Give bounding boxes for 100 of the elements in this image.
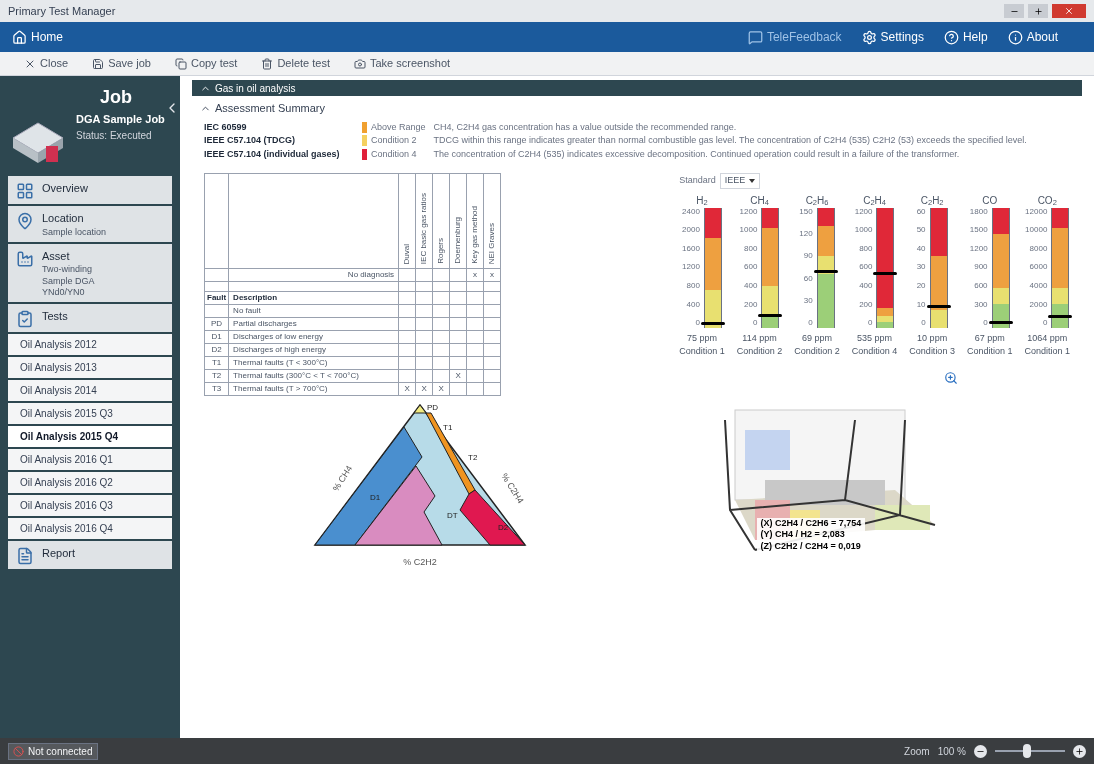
zone-label: PD bbox=[426, 403, 438, 412]
table-cell: x bbox=[473, 270, 478, 279]
zone-label: T1 bbox=[442, 423, 452, 432]
tick-label: 800 bbox=[686, 282, 700, 291]
toolbar-button[interactable]: Save job bbox=[92, 55, 151, 72]
tick-label: 12000 bbox=[1025, 207, 1048, 216]
test-item[interactable]: Oil Analysis 2016 Q1 bbox=[8, 449, 172, 470]
ratio-label: (Z) C2H2 / C2H4 = 0,019 bbox=[760, 540, 862, 552]
tick-label: 400 bbox=[859, 282, 873, 291]
tick-label: 60 bbox=[803, 274, 813, 283]
tick-label: 800 bbox=[859, 244, 873, 253]
slider-thumb[interactable] bbox=[1022, 744, 1031, 758]
header-link[interactable]: Settings bbox=[861, 28, 924, 46]
table-cell: X bbox=[404, 384, 410, 393]
nav-section[interactable]: Asset Two-winding Sample DGA YNd0/YN0 bbox=[8, 243, 172, 302]
nav-label: Location bbox=[42, 211, 85, 226]
test-item[interactable]: Oil Analysis 2016 Q4 bbox=[8, 518, 172, 539]
column-header: IEC basic gas ratios bbox=[418, 192, 430, 264]
tick-label: 0 bbox=[983, 319, 988, 328]
toolbar-button[interactable]: Copy test bbox=[174, 55, 238, 72]
tick-label: 0 bbox=[752, 319, 758, 328]
standard-name: IEEE C57.104 (TDCG) bbox=[204, 134, 297, 147]
close-icon bbox=[1064, 6, 1074, 16]
gauge-reading: 69 ppm bbox=[802, 331, 833, 345]
maximize-button[interactable] bbox=[1028, 4, 1048, 18]
table-cell: D2 bbox=[211, 345, 222, 354]
table-cell: Partial discharges bbox=[233, 319, 297, 328]
axis-label: % C2H2 bbox=[402, 557, 437, 567]
pin-icon bbox=[16, 212, 34, 230]
tick-label: 600 bbox=[859, 263, 873, 272]
table-cell: X bbox=[421, 384, 427, 393]
toolbar-button[interactable]: Close bbox=[24, 55, 69, 72]
zoom-icon[interactable] bbox=[944, 370, 958, 385]
zoom-out-button[interactable] bbox=[974, 744, 987, 758]
condition-label: Condition 2 bbox=[371, 134, 417, 147]
gas-label: CO bbox=[982, 193, 998, 208]
tick-label: 2000 bbox=[682, 226, 700, 235]
tick-label: 1200 bbox=[854, 207, 873, 216]
connection-label: Not connected bbox=[28, 744, 93, 759]
test-item[interactable]: Oil Analysis 2016 Q3 bbox=[8, 495, 172, 516]
tick-label: 200 bbox=[859, 300, 873, 309]
test-item[interactable]: Oil Analysis 2015 Q3 bbox=[8, 403, 172, 424]
table-cell: Thermal faults (T < 300°C) bbox=[233, 358, 328, 367]
column-header: Key gas method bbox=[469, 206, 481, 264]
nav-section[interactable]: Location Sample location bbox=[8, 206, 172, 242]
copy-icon bbox=[174, 57, 187, 70]
assessment-message: CH4, C2H4 gas concentration has a value outside the recommended range. bbox=[433, 121, 738, 133]
nav-section[interactable]: Overview bbox=[8, 176, 172, 204]
section-header[interactable]: Gas in oil analysis bbox=[192, 80, 1082, 96]
camera-icon bbox=[354, 57, 366, 70]
select-label: Standard bbox=[679, 174, 716, 187]
test-item[interactable]: Oil Analysis 2014 bbox=[8, 380, 172, 401]
job-name: DGA Sample Job bbox=[76, 112, 165, 127]
test-item[interactable]: Oil Analysis 2015 Q4 bbox=[8, 426, 172, 447]
toolbar-button[interactable]: Take screenshot bbox=[354, 55, 451, 72]
test-item[interactable]: Oil Analysis 2016 Q2 bbox=[8, 472, 172, 493]
tick-label: 600 bbox=[974, 282, 988, 291]
table-cell: Discharges of high energy bbox=[233, 345, 327, 354]
nav-label: Asset bbox=[42, 248, 71, 264]
gauge-condition: Condition 2 bbox=[736, 345, 783, 358]
tick-label: 0 bbox=[868, 319, 873, 328]
tick-label: 2000 bbox=[1029, 300, 1048, 309]
home-button[interactable]: Home bbox=[12, 28, 63, 46]
tick-label: 120 bbox=[799, 229, 813, 238]
test-item[interactable]: Oil Analysis 2013 bbox=[8, 357, 172, 378]
assessment-message: TDCG within this range indicates greater than normal combustible gas level. The concentration of C2H4 (535) C2H2 (53) exceeds the specified level. bbox=[433, 135, 1028, 147]
zoom-in-button[interactable] bbox=[1073, 744, 1086, 758]
table-cell: PD bbox=[211, 319, 223, 328]
nav-detail: Two-winding bbox=[42, 264, 94, 276]
tick-label: 400 bbox=[686, 300, 700, 309]
tick-label: 1500 bbox=[969, 226, 988, 235]
gauge-reading: 114 ppm bbox=[742, 331, 777, 345]
factory-icon bbox=[16, 249, 34, 268]
table-cell: No fault bbox=[233, 306, 261, 315]
table-cell: T2 bbox=[211, 371, 222, 380]
header-link[interactable]: TeleFeedback bbox=[747, 28, 842, 46]
chat-icon bbox=[747, 29, 763, 45]
header-link[interactable]: About bbox=[1007, 28, 1058, 46]
nav-section[interactable]: Tests bbox=[8, 304, 172, 332]
tick-label: 600 bbox=[744, 263, 758, 272]
gauge-reading: 1064 ppm bbox=[1027, 331, 1068, 345]
maximize-icon bbox=[1033, 6, 1043, 16]
tick-label: 300 bbox=[974, 300, 988, 309]
tick-label: 400 bbox=[744, 282, 758, 291]
standard-select[interactable]: IEEE bbox=[719, 173, 761, 189]
table-cell: Discharges of low energy bbox=[233, 332, 323, 341]
header-link[interactable]: Help bbox=[943, 28, 988, 46]
condition-label: Condition 4 bbox=[371, 147, 417, 161]
tick-label: 10000 bbox=[1025, 226, 1048, 235]
settings-icon bbox=[861, 29, 877, 45]
standard-name: IEC 60599 bbox=[204, 120, 248, 134]
job-status: Status: Executed bbox=[76, 128, 153, 143]
tick-label: 1200 bbox=[739, 207, 758, 216]
nav-section[interactable]: Report bbox=[8, 541, 172, 569]
grid-icon bbox=[16, 182, 34, 200]
test-item[interactable]: Oil Analysis 2012 bbox=[8, 334, 172, 355]
toolbar-button[interactable]: Delete test bbox=[261, 55, 330, 72]
zoom-slider[interactable] bbox=[995, 744, 1065, 758]
gauge-condition: Condition 3 bbox=[909, 345, 955, 358]
table-cell: Thermal faults (T > 700°C) bbox=[233, 384, 328, 393]
